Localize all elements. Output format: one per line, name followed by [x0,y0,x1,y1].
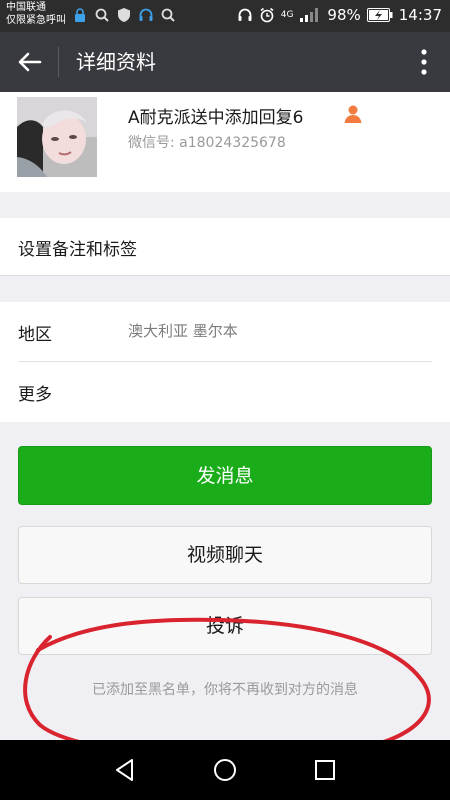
contact-name: A耐克派送中添加回复6 [128,108,304,128]
toolbar: 详细资料 [0,32,450,92]
headset-icon [139,8,153,21]
report-button[interactable]: 投诉 [18,597,432,655]
region-value: 澳大利亚 墨尔本 [128,322,238,340]
emergency-only: 仅限紧急呼叫 [6,15,66,26]
notification-icons [72,7,176,23]
info-block: 地区 澳大利亚 墨尔本 更多 [0,302,450,422]
avatar[interactable] [17,97,97,177]
more-label: 更多 [18,385,52,405]
profile-card: A耐克派送中添加回复6 微信号: a18024325678 [0,92,450,192]
headphones-icon [238,8,252,21]
blacklist-notice: 已添加至黑名单，你将不再收到对方的消息 [92,682,358,698]
clock: 14:37 [398,6,442,24]
wechat-id: 微信号: a18024325678 [128,135,286,151]
avatar-photo [17,97,97,177]
page-title: 详细资料 [76,50,156,74]
person-icon [344,105,362,123]
row-divider [18,361,432,362]
search-icon [161,8,175,22]
nav-recents-icon[interactable] [312,757,338,783]
more-vertical-icon[interactable] [420,46,428,78]
remark-row[interactable]: 设置备注和标签 [0,218,450,276]
search-icon [95,8,109,22]
battery-icon [366,8,393,22]
signal-icon [300,8,319,22]
send-message-button[interactable]: 发消息 [18,446,432,505]
toolbar-divider [58,47,59,77]
network-type: 4G [280,10,294,20]
status-bar: 中国联通 仅限紧急呼叫 4G 98% 14:37 [0,0,450,32]
remark-label: 设置备注和标签 [18,240,137,260]
nav-home-icon[interactable] [212,757,238,783]
lock-icon [75,8,85,22]
arrow-left-icon[interactable] [16,48,44,76]
alarm-icon [260,7,274,23]
carrier-name: 中国联通 [6,2,46,13]
battery-percent: 98% [327,6,361,24]
nav-back-icon[interactable] [112,757,138,783]
region-label: 地区 [18,325,52,345]
status-right: 4G 98% 14:37 [237,6,442,24]
video-chat-button[interactable]: 视频聊天 [18,526,432,584]
carrier-info: 中国联通 仅限紧急呼叫 [6,1,66,27]
navigation-bar [0,740,450,800]
shield-icon [118,8,130,22]
